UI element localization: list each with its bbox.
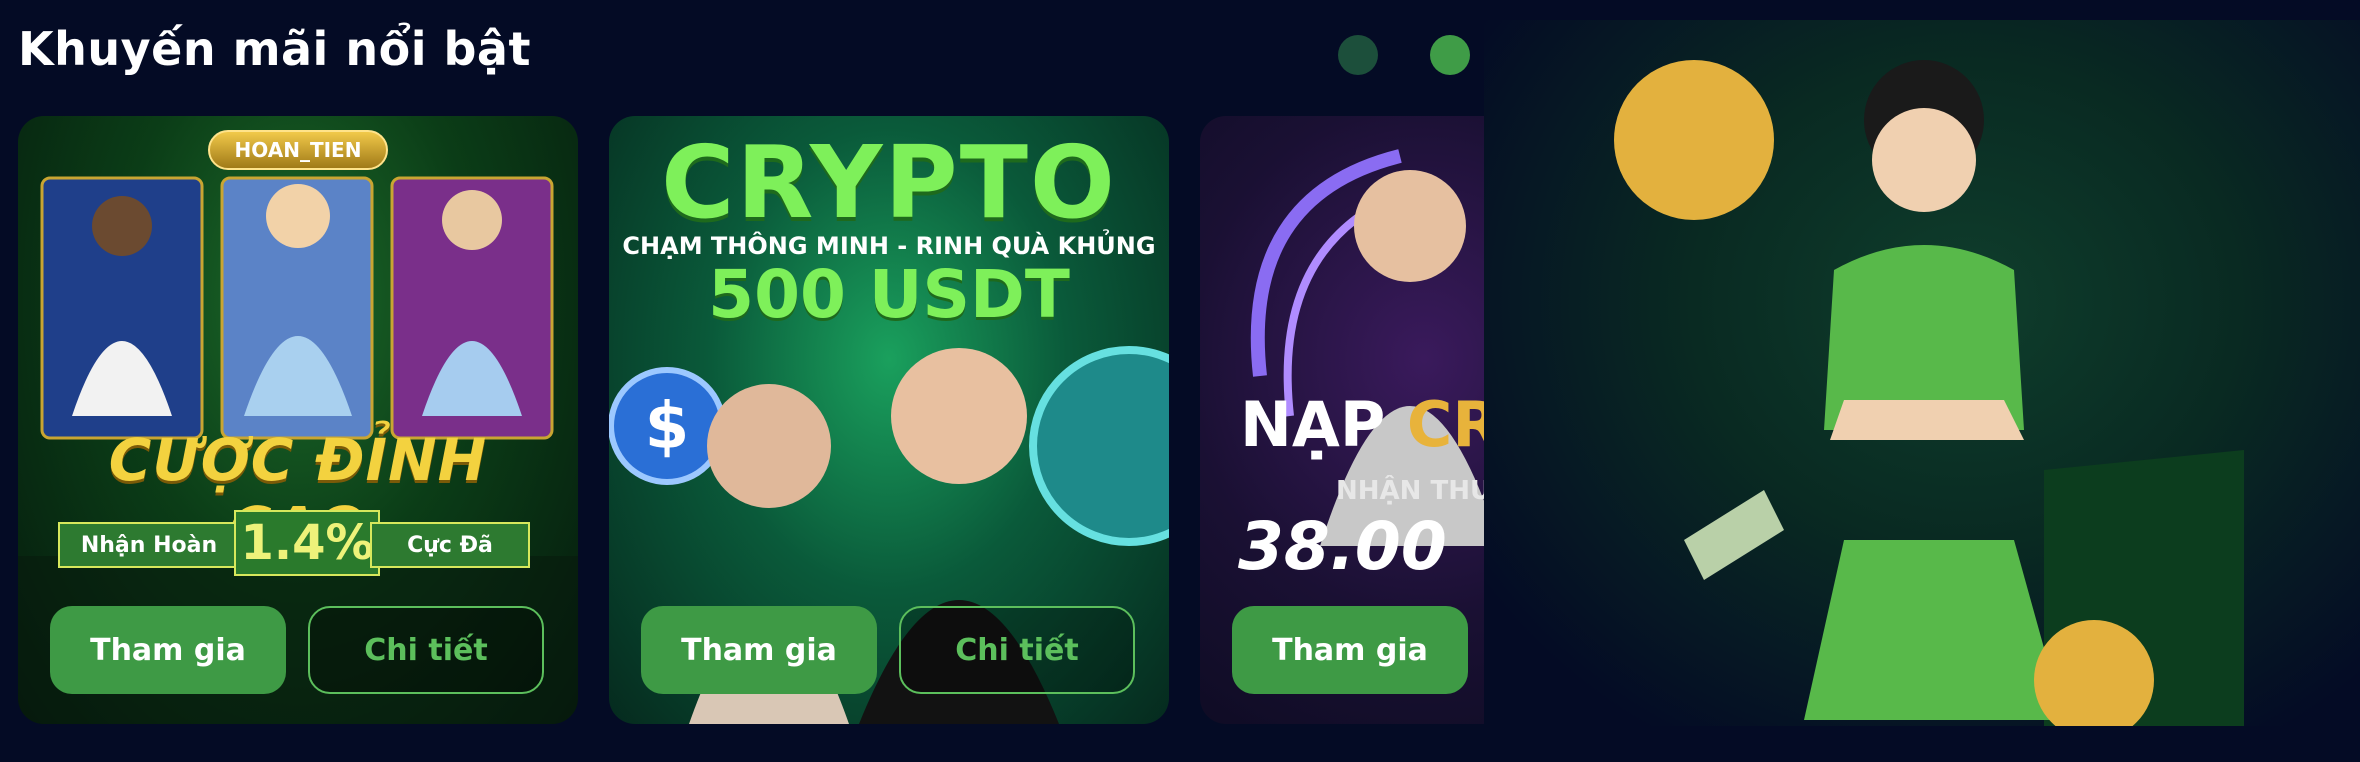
- cashback-percent: 1.4%: [234, 510, 380, 576]
- deposit-headline-highlight: CR: [1406, 388, 1484, 461]
- detail-button[interactable]: Chi tiết: [308, 606, 544, 694]
- promo-card-deposit[interactable]: NẠP CR NHẬN THƯ 38.00 Tham gia: [1200, 116, 1484, 724]
- dollar-coin-icon: $: [645, 390, 690, 464]
- cashback-left-label: Nhận Hoàn: [58, 522, 240, 568]
- card-title: CRYPTO: [661, 124, 1117, 241]
- cheerleader-illustration: [1614, 60, 2244, 726]
- carousel-prev-button[interactable]: [1338, 35, 1378, 75]
- hero-banner: [1484, 20, 2360, 726]
- join-button[interactable]: Tham gia: [50, 606, 286, 694]
- promo-card-crypto[interactable]: $ CRYPTO CHẠM THÔNG MINH - RINH QUÀ KHỦN…: [609, 116, 1169, 724]
- section-title: Khuyến mãi nổi bật: [18, 22, 531, 76]
- promo-card-cashback[interactable]: HOAN_TIEN CƯỢC ĐỈNH CAO Nhận Hoàn 1.4% C…: [18, 116, 578, 724]
- deposit-amount: 38.00: [1238, 508, 1447, 585]
- join-button[interactable]: Tham gia: [641, 606, 877, 694]
- cashback-badge: HOAN_TIEN: [208, 130, 388, 170]
- card-amount: 500 USDT: [708, 256, 1070, 333]
- detail-button[interactable]: Chi tiết: [899, 606, 1135, 694]
- promo-carousel: HOAN_TIEN CƯỢC ĐỈNH CAO Nhận Hoàn 1.4% C…: [18, 116, 1484, 726]
- deposit-headline: NẠP CR: [1240, 388, 1484, 461]
- join-button[interactable]: Tham gia: [1232, 606, 1468, 694]
- carousel-next-button[interactable]: [1430, 35, 1470, 75]
- deposit-headline-prefix: NẠP: [1240, 388, 1407, 461]
- cashback-right-label: Cực Đã: [370, 522, 530, 568]
- deposit-subline: NHẬN THƯ: [1336, 476, 1484, 506]
